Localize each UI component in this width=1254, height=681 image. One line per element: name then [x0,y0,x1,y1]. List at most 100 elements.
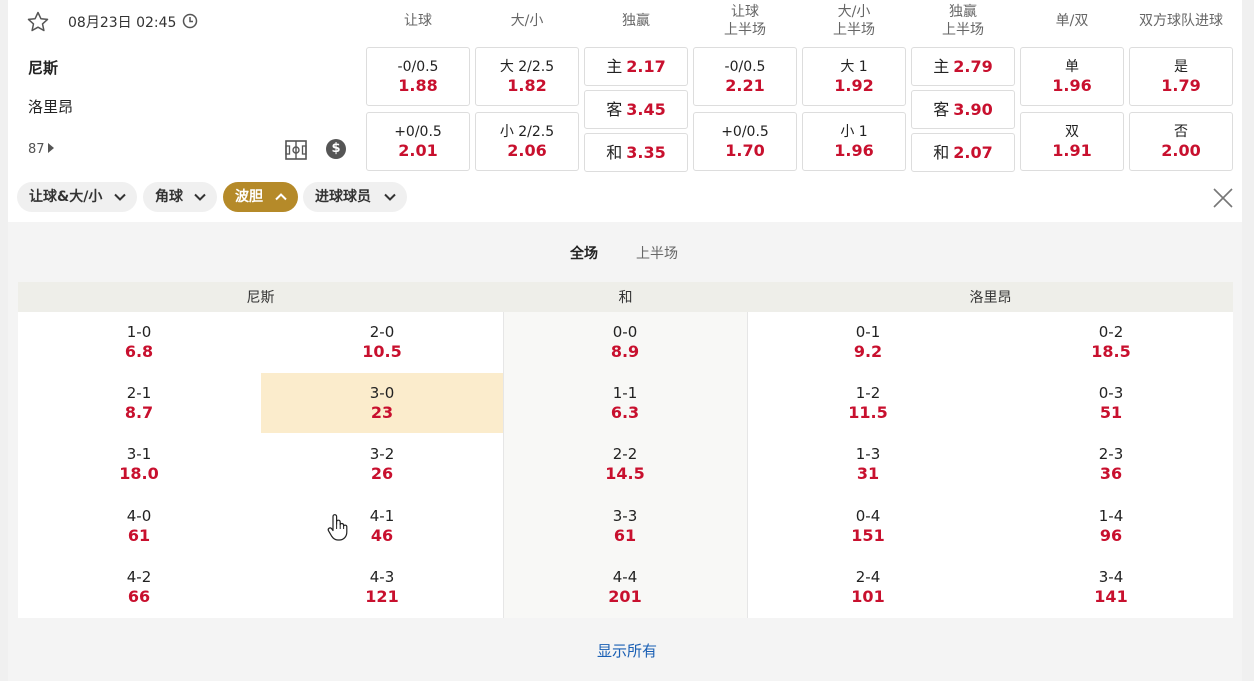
score-cell[interactable]: 1-2 11.5 [747,373,989,433]
filter-chip-correct-score[interactable]: 波胆 [223,182,298,212]
score-label: 2-3 [1098,445,1124,464]
market-header-btts: 双方球队进球 [1139,13,1223,29]
score-label: 1-2 [855,384,881,403]
score-cell[interactable]: 2-4 101 [747,557,989,617]
score-cell[interactable]: 3-3 61 [504,496,746,556]
score-label: 0-2 [1098,323,1124,341]
chevron-up-icon [275,193,287,201]
score-cell[interactable]: 4-2 66 [18,557,260,617]
odds-btts-no[interactable]: 否 2.00 [1129,112,1233,171]
chip-label: 波胆 [235,189,263,205]
score-odds: 8.9 [610,342,640,361]
score-cell[interactable]: 2-3 36 [990,434,1232,494]
odds-total-1h-over[interactable]: 大 1 1.92 [802,47,906,106]
score-cell[interactable]: 4-1 46 [261,496,503,556]
score-label: 4-0 [126,506,152,525]
home-team-name: 尼斯 [28,59,59,77]
score-cell[interactable]: 0-3 51 [990,373,1232,433]
tab-first-half[interactable]: 上半场 [636,243,678,263]
favorite-star-icon[interactable] [26,10,50,34]
score-label: 0-0 [612,323,638,341]
odds-odd[interactable]: 单 1.96 [1020,47,1124,106]
score-label: 1-0 [126,323,152,341]
score-cell[interactable]: 2-1 8.7 [18,373,260,433]
score-label: 4-4 [612,567,638,586]
close-icon[interactable] [1210,185,1236,211]
table-header: 尼斯 和 洛里昂 [18,282,1233,312]
score-odds: 14.5 [605,464,645,484]
score-cell[interactable]: 0-4 151 [747,496,989,556]
market-header-moneyline: 独赢 [622,13,650,29]
score-cell[interactable]: 2-2 14.5 [504,434,746,494]
odds-even[interactable]: 双 1.91 [1020,112,1124,171]
score-cell[interactable]: 1-4 96 [990,496,1232,556]
score-cell[interactable]: 3-2 26 [261,434,503,494]
odds-moneyline-away[interactable]: 客 3.45 [584,90,688,129]
score-label: 2-4 [855,567,881,586]
score-cell[interactable]: 3-0 23 [261,373,503,434]
dollar-coin-icon[interactable]: $ [326,139,346,159]
match-datetime: 08月23日 02:45 [68,15,177,31]
score-label: 2-1 [126,384,152,403]
odds-handicap-1h-away[interactable]: +0/0.5 1.70 [693,112,797,171]
odds-total-under[interactable]: 小 2/2.5 2.06 [475,112,579,171]
odds-moneyline-1h-away[interactable]: 客 3.90 [911,90,1015,129]
header-away: 洛里昂 [969,290,1012,306]
header-draw: 和 [618,290,633,306]
odds-total-1h-under[interactable]: 小 1 1.96 [802,112,906,171]
score-cell[interactable]: 3-1 18.0 [18,434,260,494]
score-odds: 31 [856,464,880,484]
odds-handicap-1h-home[interactable]: -0/0.5 2.21 [693,47,797,106]
hand-cursor-icon [327,514,348,541]
odds-handicap-home[interactable]: -0/0.5 1.88 [366,47,470,106]
score-odds: 26 [370,464,394,484]
score-odds: 18.5 [1091,342,1131,361]
pitch-lineup-icon[interactable] [285,140,307,160]
market-header-handicap-1h: 让球 上半场 [724,4,766,38]
market-header-total-1h: 大/小 上半场 [833,4,875,38]
correct-score-table: 尼斯 和 洛里昂 1-0 6.8 2-0 10.5 0-0 8.9 0-1 9.2 0-2 18.… [18,282,1233,618]
odds-moneyline-1h-home[interactable]: 主 2.79 [911,47,1015,86]
score-label: 1-4 [1098,506,1124,525]
score-cell[interactable]: 1-0 6.8 [18,312,260,372]
score-odds: 96 [1099,525,1123,545]
score-cell[interactable]: 1-1 6.3 [504,373,746,433]
live-clock-icon [182,13,198,29]
score-odds: 51 [1099,403,1123,423]
score-odds: 6.3 [610,403,640,423]
odds-moneyline-1h-draw[interactable]: 和 2.07 [911,133,1015,172]
show-all-link[interactable]: 显示所有 [0,640,1254,661]
odds-total-over[interactable]: 大 2/2.5 1.82 [475,47,579,106]
odds-moneyline-draw[interactable]: 和 3.35 [584,133,688,172]
score-odds: 9.2 [853,342,883,361]
score-cell[interactable]: 3-4 141 [990,557,1232,617]
score-cell[interactable]: 1-3 31 [747,434,989,494]
odds-handicap-away[interactable]: +0/0.5 2.01 [366,112,470,171]
score-cell[interactable]: 0-0 8.9 [504,312,746,372]
score-cell[interactable]: 4-0 61 [18,496,260,556]
tab-full-time[interactable]: 全场 [570,243,598,263]
score-odds: 8.7 [124,403,154,423]
chip-label: 进球球员 [315,189,371,205]
chip-label: 让球&大/小 [29,189,103,205]
score-odds: 10.5 [362,342,402,361]
score-cell[interactable]: 0-2 18.5 [990,312,1232,372]
score-label: 3-2 [369,445,395,464]
score-cell[interactable]: 0-1 9.2 [747,312,989,372]
filter-chip-scorers[interactable]: 进球球员 [303,182,407,212]
match-minute[interactable]: 87 [28,142,54,157]
score-odds: 23 [370,403,394,423]
odds-moneyline-home[interactable]: 主 2.17 [584,47,688,86]
score-cell[interactable]: 4-4 201 [504,557,746,617]
odds-btts-yes[interactable]: 是 1.79 [1129,47,1233,106]
score-label: 3-1 [126,445,152,464]
score-odds: 61 [613,525,637,545]
score-label: 4-1 [369,506,395,525]
filter-chip-corners[interactable]: 角球 [143,182,217,212]
score-odds: 141 [1094,586,1128,606]
minute-value: 87 [28,142,45,157]
score-cell[interactable]: 4-3 121 [261,557,503,617]
score-cell[interactable]: 2-0 10.5 [261,312,503,372]
score-odds: 46 [370,525,394,545]
filter-chip-handicap-total[interactable]: 让球&大/小 [17,182,137,212]
